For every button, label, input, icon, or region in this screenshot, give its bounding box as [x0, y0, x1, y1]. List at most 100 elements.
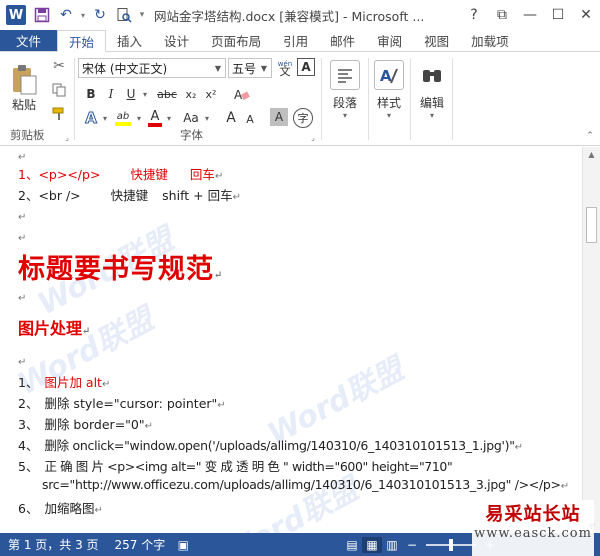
character-shading-button[interactable]: A [270, 108, 288, 126]
item-text: 删除 border="0" [44, 417, 145, 432]
bold-button[interactable]: B [82, 85, 100, 103]
change-case-dropdown-icon[interactable]: ▾ [202, 108, 212, 128]
enclose-characters-button[interactable]: 字 [293, 108, 313, 128]
underline-button[interactable]: U [122, 85, 140, 103]
word-logo-icon[interactable]: W [6, 5, 26, 25]
undo-dropdown-icon[interactable]: ▾ [78, 4, 88, 26]
window-title: 网站金字塔结构.docx [兼容模式] - Microsoft ... [154, 8, 425, 24]
grow-font-button[interactable]: A [222, 108, 240, 128]
underline-dropdown-icon[interactable]: ▾ [140, 85, 150, 103]
paste-label: 粘贴 [11, 97, 36, 112]
maximize-button[interactable]: ☐ [544, 0, 572, 30]
print-preview-icon[interactable] [112, 4, 136, 26]
tab-review[interactable]: 审阅 [366, 30, 413, 51]
styles-label: 样式 [376, 96, 401, 110]
tab-insert[interactable]: 插入 [106, 30, 153, 51]
line1-val: 回车 [189, 167, 215, 182]
tab-mailings[interactable]: 邮件 [319, 30, 366, 51]
phonetic-guide-icon[interactable]: wén 文 [275, 58, 295, 78]
ribbon: 粘贴 ✂ 剪贴板 ⌟ 宋体 (中文正文) ▼ 五号 ▼ wén 文 A B I … [0, 52, 600, 146]
italic-button[interactable]: I [102, 85, 120, 103]
proofing-icon[interactable]: ▣ [173, 537, 193, 553]
collapse-ribbon-icon[interactable]: ⌃ [584, 130, 596, 142]
list-item: 1、 图片加 alt↵ [18, 375, 111, 390]
print-layout-icon[interactable]: ▦ [362, 536, 382, 553]
item5-text-b: src="http://www.officezu.com/uploads/all… [42, 477, 561, 492]
customize-qat-icon[interactable]: ▾ [136, 4, 148, 26]
clear-formatting-icon[interactable]: A [232, 85, 252, 103]
change-case-button[interactable]: Aa [180, 108, 202, 128]
ribbon-tabs: 文件 开始 插入 设计 页面布局 引用 邮件 审阅 视图 加载项 [0, 30, 600, 52]
scrollbar-thumb[interactable] [586, 207, 597, 243]
item-text: 图片加 alt [44, 375, 102, 390]
subscript-button[interactable]: x₂ [182, 85, 200, 103]
text-effects-dropdown-icon[interactable]: ▾ [100, 108, 110, 128]
font-size-combo[interactable]: 五号 ▼ [228, 58, 272, 78]
character-border-icon[interactable]: A [297, 58, 315, 76]
page-count[interactable]: 第 1 页，共 3 页 [0, 536, 107, 553]
paste-icon [13, 64, 37, 94]
highlight-dropdown-icon[interactable]: ▾ [134, 108, 144, 128]
web-layout-icon[interactable]: ▥ [382, 537, 402, 553]
undo-icon[interactable]: ↶ [54, 4, 78, 26]
tab-page-layout[interactable]: 页面布局 [200, 30, 272, 51]
paragraph-mark: ↵ [18, 212, 27, 223]
list-item-continuation: src="http://www.officezu.com/uploads/all… [42, 477, 570, 492]
line2-key: 快捷键 [110, 188, 149, 203]
item-num: 1、 [18, 375, 39, 390]
styles-button[interactable]: A 样式 ▾ [371, 58, 407, 122]
close-button[interactable]: ✕ [572, 0, 600, 30]
highlight-button[interactable]: ab [112, 108, 134, 128]
item-num: 4、 [18, 438, 39, 453]
tab-home[interactable]: 开始 [57, 30, 107, 52]
font-group-label: 字体 [180, 128, 203, 142]
strikethrough-button[interactable]: abc [156, 85, 178, 103]
item-num: 6、 [18, 501, 39, 516]
font-name-dropdown-icon[interactable]: ▼ [211, 59, 225, 77]
list-item: 2、 删除 style="cursor: pointer"↵ [18, 396, 226, 411]
font-name-combo[interactable]: 宋体 (中文正文) ▼ [78, 58, 226, 78]
paragraph-button[interactable]: 段落 ▾ [326, 58, 364, 122]
text-effects-button[interactable]: A [82, 108, 100, 128]
save-icon[interactable] [30, 4, 54, 26]
editing-button[interactable]: 编辑 ▾ [414, 58, 450, 122]
line1-key: 快捷键 [130, 167, 168, 182]
font-color-button[interactable]: A [146, 108, 164, 128]
line2-num: 2、 [18, 188, 39, 203]
heading-2-text: 图片处理 [18, 319, 83, 338]
document-body[interactable]: Word联盟 Word联盟 Word联盟 Word联盟 ↵ 1、<p></p> … [0, 147, 582, 533]
scroll-up-icon[interactable]: ▲ [583, 147, 600, 161]
zoom-slider[interactable] [426, 538, 476, 551]
minimize-button[interactable]: — [516, 0, 544, 30]
zoom-out-icon[interactable]: − [402, 537, 422, 553]
tab-view[interactable]: 视图 [413, 30, 460, 51]
read-mode-icon[interactable]: ▤ [342, 537, 362, 553]
superscript-button[interactable]: x² [202, 85, 220, 103]
editing-label: 编辑 [419, 96, 444, 110]
help-icon[interactable]: ? [460, 0, 488, 30]
ribbon-display-options-icon[interactable]: ⧉ [488, 0, 516, 30]
list-item: 5、正 确 图 片 <p><img alt=" 变 成 透 明 色 " widt… [18, 456, 453, 475]
clipboard-launcher-icon[interactable]: ⌟ [62, 132, 72, 142]
format-painter-icon[interactable] [48, 104, 70, 124]
paragraph-mark: ↵ [18, 233, 27, 244]
word-count[interactable]: 257 个字 [107, 536, 174, 553]
copy-icon[interactable] [48, 80, 70, 100]
tab-addins[interactable]: 加载项 [460, 30, 520, 51]
tab-design[interactable]: 设计 [153, 30, 200, 51]
tab-file[interactable]: 文件 [0, 30, 58, 51]
shrink-font-button[interactable]: A [242, 110, 258, 128]
item-num: 2、 [18, 396, 39, 411]
cut-icon[interactable]: ✂ [48, 56, 70, 76]
item-text: 删除 onclick="window.open('/uploads/allimg… [44, 438, 515, 453]
vertical-scrollbar[interactable]: ▲ ▼ [582, 147, 600, 533]
redo-icon[interactable]: ↻ [88, 4, 112, 26]
tab-references[interactable]: 引用 [272, 30, 319, 51]
font-size-dropdown-icon[interactable]: ▼ [257, 59, 271, 77]
font-launcher-icon[interactable]: ⌟ [308, 132, 318, 142]
paragraph-label: 段落 [332, 96, 357, 110]
font-color-dropdown-icon[interactable]: ▾ [164, 108, 174, 128]
paste-button[interactable]: 粘贴 [6, 58, 42, 118]
heading-1: 标题要书写规范↵ [18, 254, 224, 285]
font-name-value: 宋体 (中文正文) [82, 61, 168, 76]
